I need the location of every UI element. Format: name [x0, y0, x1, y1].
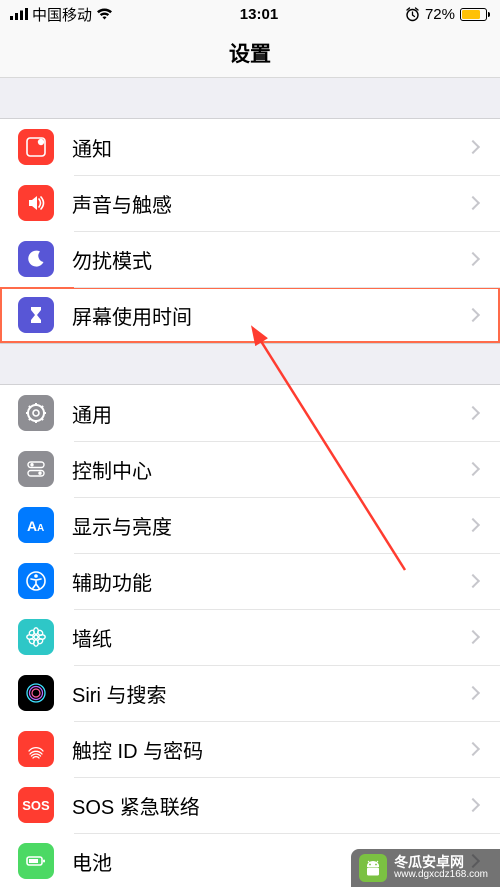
accessibility-icon	[18, 563, 54, 599]
row-label: Siri 与搜索	[72, 679, 468, 708]
watermark-url: www.dgxcdz168.com	[394, 870, 488, 881]
row-sounds[interactable]: 声音与触感	[0, 175, 500, 231]
moon-icon	[18, 241, 54, 277]
row-siri[interactable]: Siri 与搜索	[0, 665, 500, 721]
row-screen-time[interactable]: 屏幕使用时间	[0, 287, 500, 343]
hourglass-icon	[18, 297, 54, 333]
row-label: 通用	[72, 399, 468, 428]
carrier-label: 中国移动	[32, 4, 92, 25]
row-notifications[interactable]: 通知	[0, 119, 500, 175]
notification-icon	[18, 129, 54, 165]
chevron-right-icon	[466, 196, 480, 210]
chevron-right-icon	[466, 308, 480, 322]
chevron-right-icon	[466, 252, 480, 266]
chevron-right-icon	[466, 798, 480, 812]
svg-text:A: A	[37, 523, 44, 534]
row-label: SOS 紧急联络	[72, 791, 468, 820]
battery-pct: 72%	[425, 6, 455, 23]
fingerprint-icon	[18, 731, 54, 767]
row-label: 显示与亮度	[72, 511, 468, 540]
watermark-logo-icon	[359, 854, 387, 882]
siri-icon	[18, 675, 54, 711]
toggles-icon	[18, 451, 54, 487]
status-time: 13:01	[240, 6, 278, 23]
row-label: 触控 ID 与密码	[72, 735, 468, 764]
row-label: 墙纸	[72, 623, 468, 652]
settings-group-2: 通用 控制中心 AA 显示与亮度 辅助功能 墙纸 Siri 与搜索	[0, 384, 500, 887]
chevron-right-icon	[466, 462, 480, 476]
chevron-right-icon	[466, 518, 480, 532]
row-label: 通知	[72, 133, 468, 162]
row-label: 屏幕使用时间	[72, 301, 468, 330]
status-right: 72%	[405, 6, 490, 23]
watermark: 冬瓜安卓网 www.dgxcdz168.com	[351, 849, 500, 887]
status-bar: 中国移动 13:01 72%	[0, 0, 500, 28]
row-label: 控制中心	[72, 455, 468, 484]
text-size-icon: AA	[18, 507, 54, 543]
row-sos[interactable]: SOS SOS 紧急联络	[0, 777, 500, 833]
settings-group-1: 通知 声音与触感 勿扰模式 屏幕使用时间	[0, 118, 500, 344]
sound-icon	[18, 185, 54, 221]
row-label: 勿扰模式	[72, 245, 468, 274]
wifi-icon	[96, 8, 113, 20]
row-general[interactable]: 通用	[0, 385, 500, 441]
row-display[interactable]: AA 显示与亮度	[0, 497, 500, 553]
nav-bar: 设置	[0, 28, 500, 78]
sos-icon: SOS	[18, 787, 54, 823]
watermark-text: 冬瓜安卓网 www.dgxcdz168.com	[394, 855, 488, 880]
row-dnd[interactable]: 勿扰模式	[0, 231, 500, 287]
gear-icon	[18, 395, 54, 431]
chevron-right-icon	[466, 574, 480, 588]
chevron-right-icon	[466, 406, 480, 420]
section-spacer	[0, 78, 500, 118]
row-wallpaper[interactable]: 墙纸	[0, 609, 500, 665]
row-label: 辅助功能	[72, 567, 468, 596]
row-accessibility[interactable]: 辅助功能	[0, 553, 500, 609]
svg-text:A: A	[27, 518, 37, 534]
row-touch-id[interactable]: 触控 ID 与密码	[0, 721, 500, 777]
page-title: 设置	[229, 38, 271, 68]
chevron-right-icon	[466, 140, 480, 154]
alarm-icon	[405, 7, 420, 22]
chevron-right-icon	[466, 742, 480, 756]
watermark-title: 冬瓜安卓网	[394, 855, 488, 870]
row-control-center[interactable]: 控制中心	[0, 441, 500, 497]
row-label: 声音与触感	[72, 189, 468, 218]
battery-row-icon	[18, 843, 54, 879]
battery-icon	[460, 8, 490, 21]
signal-icon	[10, 8, 28, 20]
chevron-right-icon	[466, 686, 480, 700]
chevron-right-icon	[466, 630, 480, 644]
section-spacer	[0, 344, 500, 384]
status-left: 中国移动	[10, 4, 113, 25]
flower-icon	[18, 619, 54, 655]
